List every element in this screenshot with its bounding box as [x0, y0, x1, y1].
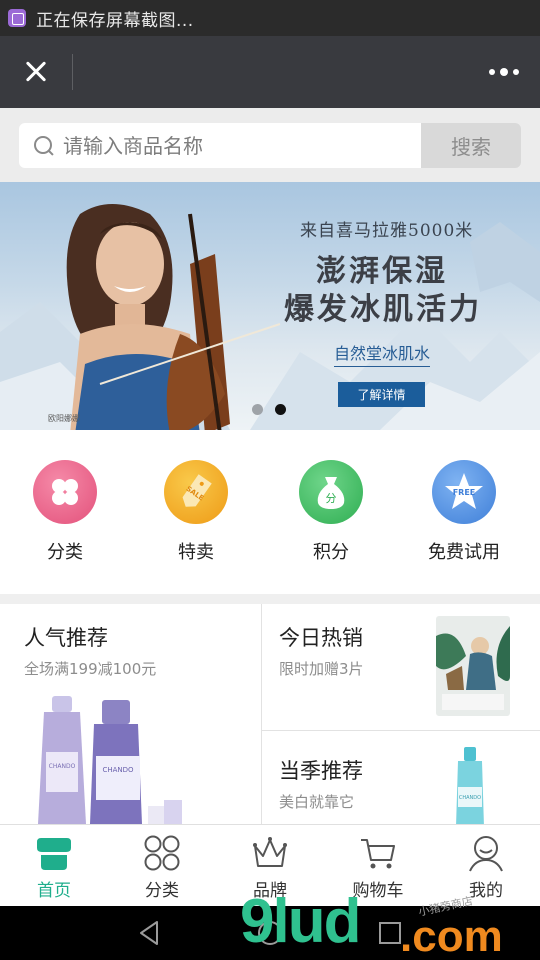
popular-title: 人气推荐 [24, 626, 108, 650]
quick-entry-label: 分类 [47, 542, 83, 563]
watermark-suffix: .com [400, 912, 503, 960]
quick-entry-free-trial[interactable]: FREE 免费试用 [404, 460, 524, 564]
search-button[interactable]: 搜索 [421, 123, 521, 168]
search-area: 搜索 [0, 108, 540, 182]
tab-home[interactable]: 首页 [0, 825, 108, 907]
cart-icon [361, 839, 395, 869]
hot-today-title: 今日热销 [279, 626, 363, 650]
model-with-violin-image [66, 204, 281, 430]
back-icon[interactable] [135, 918, 165, 948]
home-store-icon [37, 838, 71, 870]
section-divider [0, 594, 540, 604]
bottle-brand-text: CHANDO [459, 795, 481, 801]
quick-entry-label: 积分 [313, 542, 349, 563]
svg-text:分: 分 [326, 492, 337, 505]
banner-cta-button[interactable]: 了解详情 [338, 382, 425, 407]
quick-entry-category[interactable]: 分类 [5, 460, 125, 564]
blue-bottle-image: CHANDO [456, 747, 484, 824]
app-screen: 正在保存屏幕截图... 搜索 [0, 0, 540, 960]
season-card[interactable]: 当季推荐 美白就靠它 CHANDO [262, 731, 540, 824]
search-icon [33, 135, 55, 157]
bottle-brand-text: CHANDO [49, 763, 76, 770]
quick-entries: 分类 SALE 特卖 分 积分 FREE 免费试用 [0, 430, 540, 594]
svg-text:FREE: FREE [453, 488, 476, 497]
status-text: 正在保存屏幕截图... [36, 10, 194, 31]
more-icon[interactable] [484, 58, 524, 86]
banner-subtitle: 来自喜马拉雅5000米 [300, 221, 474, 241]
banner-headline-2: 爆发冰肌活力 [284, 292, 482, 327]
search-box[interactable] [19, 123, 421, 168]
season-subtitle: 美白就靠它 [279, 793, 355, 811]
quick-entry-label: 免费试用 [428, 542, 500, 563]
status-bar: 正在保存屏幕截图... [0, 0, 540, 36]
product-grid: 人气推荐 全场满199减100元 CHANDO CHANDO 今日热销 限时加赠… [0, 604, 540, 824]
quick-entry-label: 特卖 [178, 542, 214, 563]
banner-brand: 自然堂冰肌水 [334, 340, 431, 367]
user-icon [469, 836, 503, 872]
crown-icon [253, 837, 287, 867]
carousel-dots [252, 404, 286, 415]
tab-label: 购物车 [352, 881, 404, 901]
tab-label: 我的 [469, 881, 503, 901]
title-bar [0, 36, 540, 108]
grid-four-icon [33, 460, 97, 524]
bottle-brand-text: CHANDO [102, 766, 134, 774]
close-icon[interactable] [16, 52, 56, 92]
watermark-logo: 9lud [240, 887, 361, 956]
popular-card[interactable]: 人气推荐 全场满199减100元 CHANDO CHANDO [0, 604, 261, 824]
screenshot-icon [8, 9, 26, 27]
face-mask-package-image [436, 616, 510, 716]
carousel-dot-active[interactable] [275, 404, 286, 415]
purple-bottles-image: CHANDO CHANDO [38, 696, 182, 824]
tab-me[interactable]: 我的 [432, 825, 540, 907]
banner-caption: 欧阳娜娜 [48, 414, 80, 423]
quick-entry-sale[interactable]: SALE 特卖 [136, 460, 256, 564]
hot-today-card[interactable]: 今日热销 限时加赠3片 [262, 604, 540, 730]
hot-today-subtitle: 限时加赠3片 [279, 660, 364, 678]
category-grid-icon [144, 835, 180, 871]
search-input[interactable] [63, 133, 393, 158]
carousel-dot[interactable] [252, 404, 263, 415]
tab-category[interactable]: 分类 [108, 825, 216, 907]
tab-label: 首页 [37, 881, 71, 901]
money-bag-icon: 分 [299, 460, 363, 524]
promo-banner[interactable]: 欧阳娜娜 来自喜马拉雅5000米 澎湃保湿 爆发冰肌活力 自然堂冰肌水 了解详情 [0, 182, 540, 430]
tab-label: 分类 [145, 881, 179, 901]
sale-tag-icon: SALE [164, 460, 228, 524]
free-star-icon: FREE [432, 460, 496, 524]
season-title: 当季推荐 [279, 759, 363, 783]
quick-entry-points[interactable]: 分 积分 [271, 460, 391, 564]
popular-subtitle: 全场满199减100元 [24, 660, 157, 678]
title-divider [72, 54, 73, 90]
